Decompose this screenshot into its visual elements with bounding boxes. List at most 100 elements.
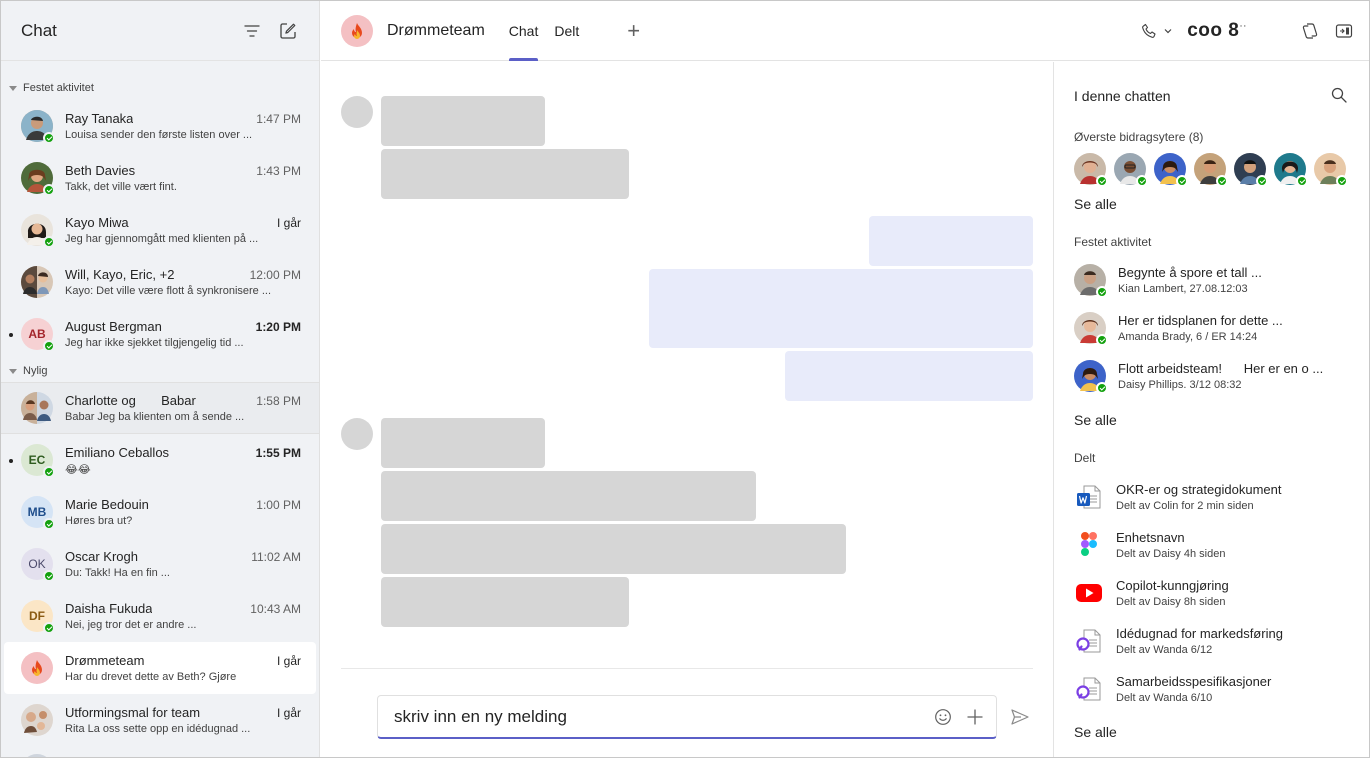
available-presence-icon xyxy=(1096,334,1108,346)
message-placeholder xyxy=(381,524,846,574)
participants-button[interactable]: coo 8·· xyxy=(1187,20,1247,42)
filter-icon[interactable] xyxy=(241,20,263,42)
available-presence-icon xyxy=(1096,175,1108,187)
youtube-icon xyxy=(1074,578,1104,608)
send-icon[interactable] xyxy=(1009,706,1031,728)
chat-list-item[interactable] xyxy=(1,746,319,757)
see-all-contributors-link[interactable]: Se alle xyxy=(1074,196,1117,212)
message-pane: skriv inn en ny melding xyxy=(321,62,1053,757)
group-avatar xyxy=(341,14,373,47)
chat-preview: Jeg har gjennomgått med klienten på ... xyxy=(65,233,259,245)
chat-list-item[interactable]: OK Oscar Krogh 11:02 AM Du: Takk! Ha en f… xyxy=(1,538,319,590)
chat-name: Will, Kayo, Eric, +2 xyxy=(65,267,175,282)
contributor-avatar[interactable] xyxy=(1114,153,1148,187)
contributor-avatar[interactable] xyxy=(1274,153,1308,187)
avatar xyxy=(21,162,55,196)
message-input[interactable]: skriv inn en ny melding xyxy=(394,707,932,727)
new-chat-icon[interactable] xyxy=(277,20,299,42)
shared-file[interactable]: Idédugnad for markedsføring Delt av Wand… xyxy=(1074,623,1354,659)
contributor-avatar[interactable] xyxy=(1194,153,1228,187)
avatar: EC xyxy=(21,444,55,478)
pinned-message[interactable]: Flott arbeidsteam! Her er en o ... Daisy… xyxy=(1074,358,1354,394)
chat-list-item[interactable]: AB August Bergman 1:20 PM Jeg har ikke sj… xyxy=(1,308,319,360)
search-icon[interactable] xyxy=(1328,84,1350,106)
chat-list-item[interactable]: DF Daisha Fukuda 10:43 AM Nei, jeg tror d… xyxy=(1,590,319,642)
shared-file[interactable]: Samarbeidsspesifikasjoner Delt av Wanda … xyxy=(1074,671,1354,707)
contributor-avatar[interactable] xyxy=(1154,153,1188,187)
chat-name: Oscar Krogh xyxy=(65,549,138,564)
avatar: AB xyxy=(21,318,55,352)
chat-preview: Har du drevet dette av Beth? Gjøre xyxy=(65,671,237,683)
participants-count: coo 8 xyxy=(1187,20,1240,41)
message-placeholder xyxy=(381,471,756,521)
chat-list-item[interactable]: Utformingsmal for team I går Rita La oss … xyxy=(1,694,319,746)
pinned-meta: Amanda Brady, 6 / ER 14:24 xyxy=(1118,331,1258,343)
chat-name: Ray Tanaka xyxy=(65,111,134,126)
chat-preview: 😂😂 xyxy=(65,463,91,476)
pinned-title: Her er tidsplanen for dette ... xyxy=(1118,313,1283,328)
contributor-avatar[interactable] xyxy=(1234,153,1268,187)
chat-list-item[interactable]: EC Emiliano Ceballos 1:55 PM 😂😂 xyxy=(1,434,319,486)
chat-list-item[interactable]: Ray Tanaka 1:47 PM Louisa sender den førs… xyxy=(1,100,319,152)
available-presence-icon xyxy=(43,340,55,352)
shared-file[interactable]: OKR-er og strategidokument Delt av Colin… xyxy=(1074,479,1354,515)
contributors-row xyxy=(1074,153,1354,187)
compose-box[interactable]: skriv inn en ny melding xyxy=(377,695,997,739)
chat-preview: Kayo: Det ville være flott å synkroniser… xyxy=(65,285,272,297)
available-presence-icon xyxy=(43,518,55,530)
tab-shared[interactable]: Delt xyxy=(554,1,579,61)
avatar xyxy=(21,214,55,248)
see-all-shared-link[interactable]: Se alle xyxy=(1074,724,1117,740)
chat-preview: Takk, det ville vært fint. xyxy=(65,181,177,193)
message-placeholder xyxy=(381,96,545,146)
avatar xyxy=(21,110,55,144)
tab-chat[interactable]: Chat xyxy=(508,1,538,61)
details-panel: I denne chatten Øverste bidragsytere (8)… xyxy=(1053,62,1369,757)
pinned-meta: Daisy Phillips. 3/12 08:32 xyxy=(1118,379,1242,391)
file-title: Idédugnad for markedsføring xyxy=(1116,626,1283,641)
chat-name: Daisha Fukuda xyxy=(65,601,153,616)
chat-list-item[interactable]: Kayo Miwa I går Jeg har gjennomgått med k… xyxy=(1,204,319,256)
copilot-icon[interactable] xyxy=(1299,20,1321,42)
chat-name: Marie Bedouin xyxy=(65,497,149,512)
pinned-message[interactable]: Her er tidsplanen for dette ... Amanda B… xyxy=(1074,310,1354,346)
chat-time: 10:43 AM xyxy=(250,602,301,616)
pinned-message[interactable]: Begynte å spore et tall ... Kian Lambert… xyxy=(1074,262,1354,298)
available-presence-icon xyxy=(43,184,55,196)
chat-time: 1:00 PM xyxy=(256,498,301,512)
call-button[interactable] xyxy=(1141,23,1173,39)
recent-section-label[interactable]: Nylig xyxy=(1,362,319,380)
flame-icon xyxy=(352,22,362,39)
chat-list-item[interactable]: Charlotte og Babar 1:58 PM Babar Jeg ba k… xyxy=(1,382,319,434)
emoji-icon[interactable] xyxy=(932,706,954,728)
avatar xyxy=(21,754,53,757)
contributor-avatar[interactable] xyxy=(1314,153,1348,187)
group-name[interactable]: Drømmeteam xyxy=(387,22,485,40)
see-all-pinned-link[interactable]: Se alle xyxy=(1074,412,1117,428)
add-tab-button[interactable]: + xyxy=(627,19,640,42)
shared-file[interactable]: Enhetsnavn Delt av Daisy 4h siden xyxy=(1074,527,1354,563)
chat-name: Kayo Miwa xyxy=(65,215,129,230)
side-panel-icon[interactable] xyxy=(1333,20,1355,42)
chat-name: Utformingsmal for team xyxy=(65,705,201,720)
chat-list-item-selected[interactable]: Drømmeteam I går Har du drevet dette av B… xyxy=(4,642,316,694)
pinned-meta: Kian Lambert, 27.08.12:03 xyxy=(1118,283,1248,295)
add-attachment-icon[interactable] xyxy=(964,706,986,728)
message-placeholder xyxy=(381,149,629,199)
chat-time: I går xyxy=(276,216,301,230)
available-presence-icon xyxy=(43,622,55,634)
chat-list-item[interactable]: MB Marie Bedouin 1:00 PM Høres bra ut? xyxy=(1,486,319,538)
contributor-avatar[interactable] xyxy=(1074,153,1108,187)
chat-list-item[interactable]: Will, Kayo, Eric, +2 12:00 PM Kayo: Det v… xyxy=(1,256,319,308)
shared-file[interactable]: Copilot-kunngjøring Delt av Daisy 8h sid… xyxy=(1074,575,1354,611)
contributors-label: Øverste bidragsytere (8) xyxy=(1074,130,1204,144)
chat-list-item[interactable]: Beth Davies 1:43 PM Takk, det ville vært … xyxy=(1,152,319,204)
pinned-label: Festet aktivitet xyxy=(23,82,94,94)
chat-time: 11:02 AM xyxy=(251,550,301,564)
avatar: OK xyxy=(21,548,55,582)
pinned-section-label[interactable]: Festet aktivitet xyxy=(1,79,319,97)
chat-header: Drømmeteam Chat Delt + coo 8·· xyxy=(321,1,1369,61)
chat-time: 1:47 PM xyxy=(256,112,301,126)
recent-label: Nylig xyxy=(23,365,48,377)
phone-icon xyxy=(1142,23,1156,38)
